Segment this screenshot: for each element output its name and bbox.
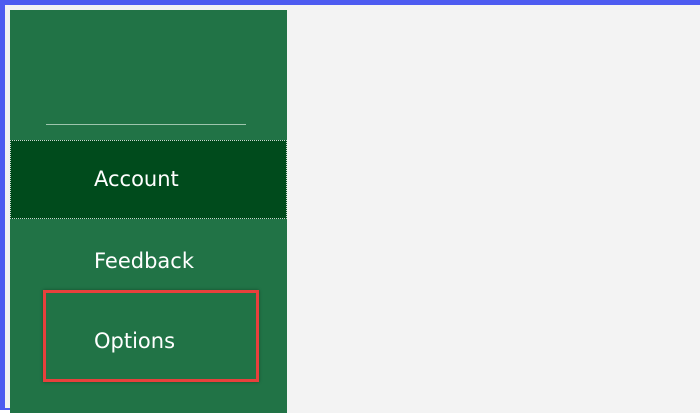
backstage-sidebar: Account Feedback Options [10,10,287,413]
sidebar-divider [46,124,246,125]
sidebar-item-label: Options [94,329,176,353]
main-content-area [287,10,700,413]
sidebar-item-account[interactable]: Account [10,140,287,219]
sidebar-item-options[interactable]: Options [10,303,287,379]
sidebar-item-label: Account [94,167,179,191]
sidebar-item-feedback[interactable]: Feedback [10,223,287,299]
window-frame: Account Feedback Options [0,0,700,413]
sidebar-item-label: Feedback [94,249,195,273]
